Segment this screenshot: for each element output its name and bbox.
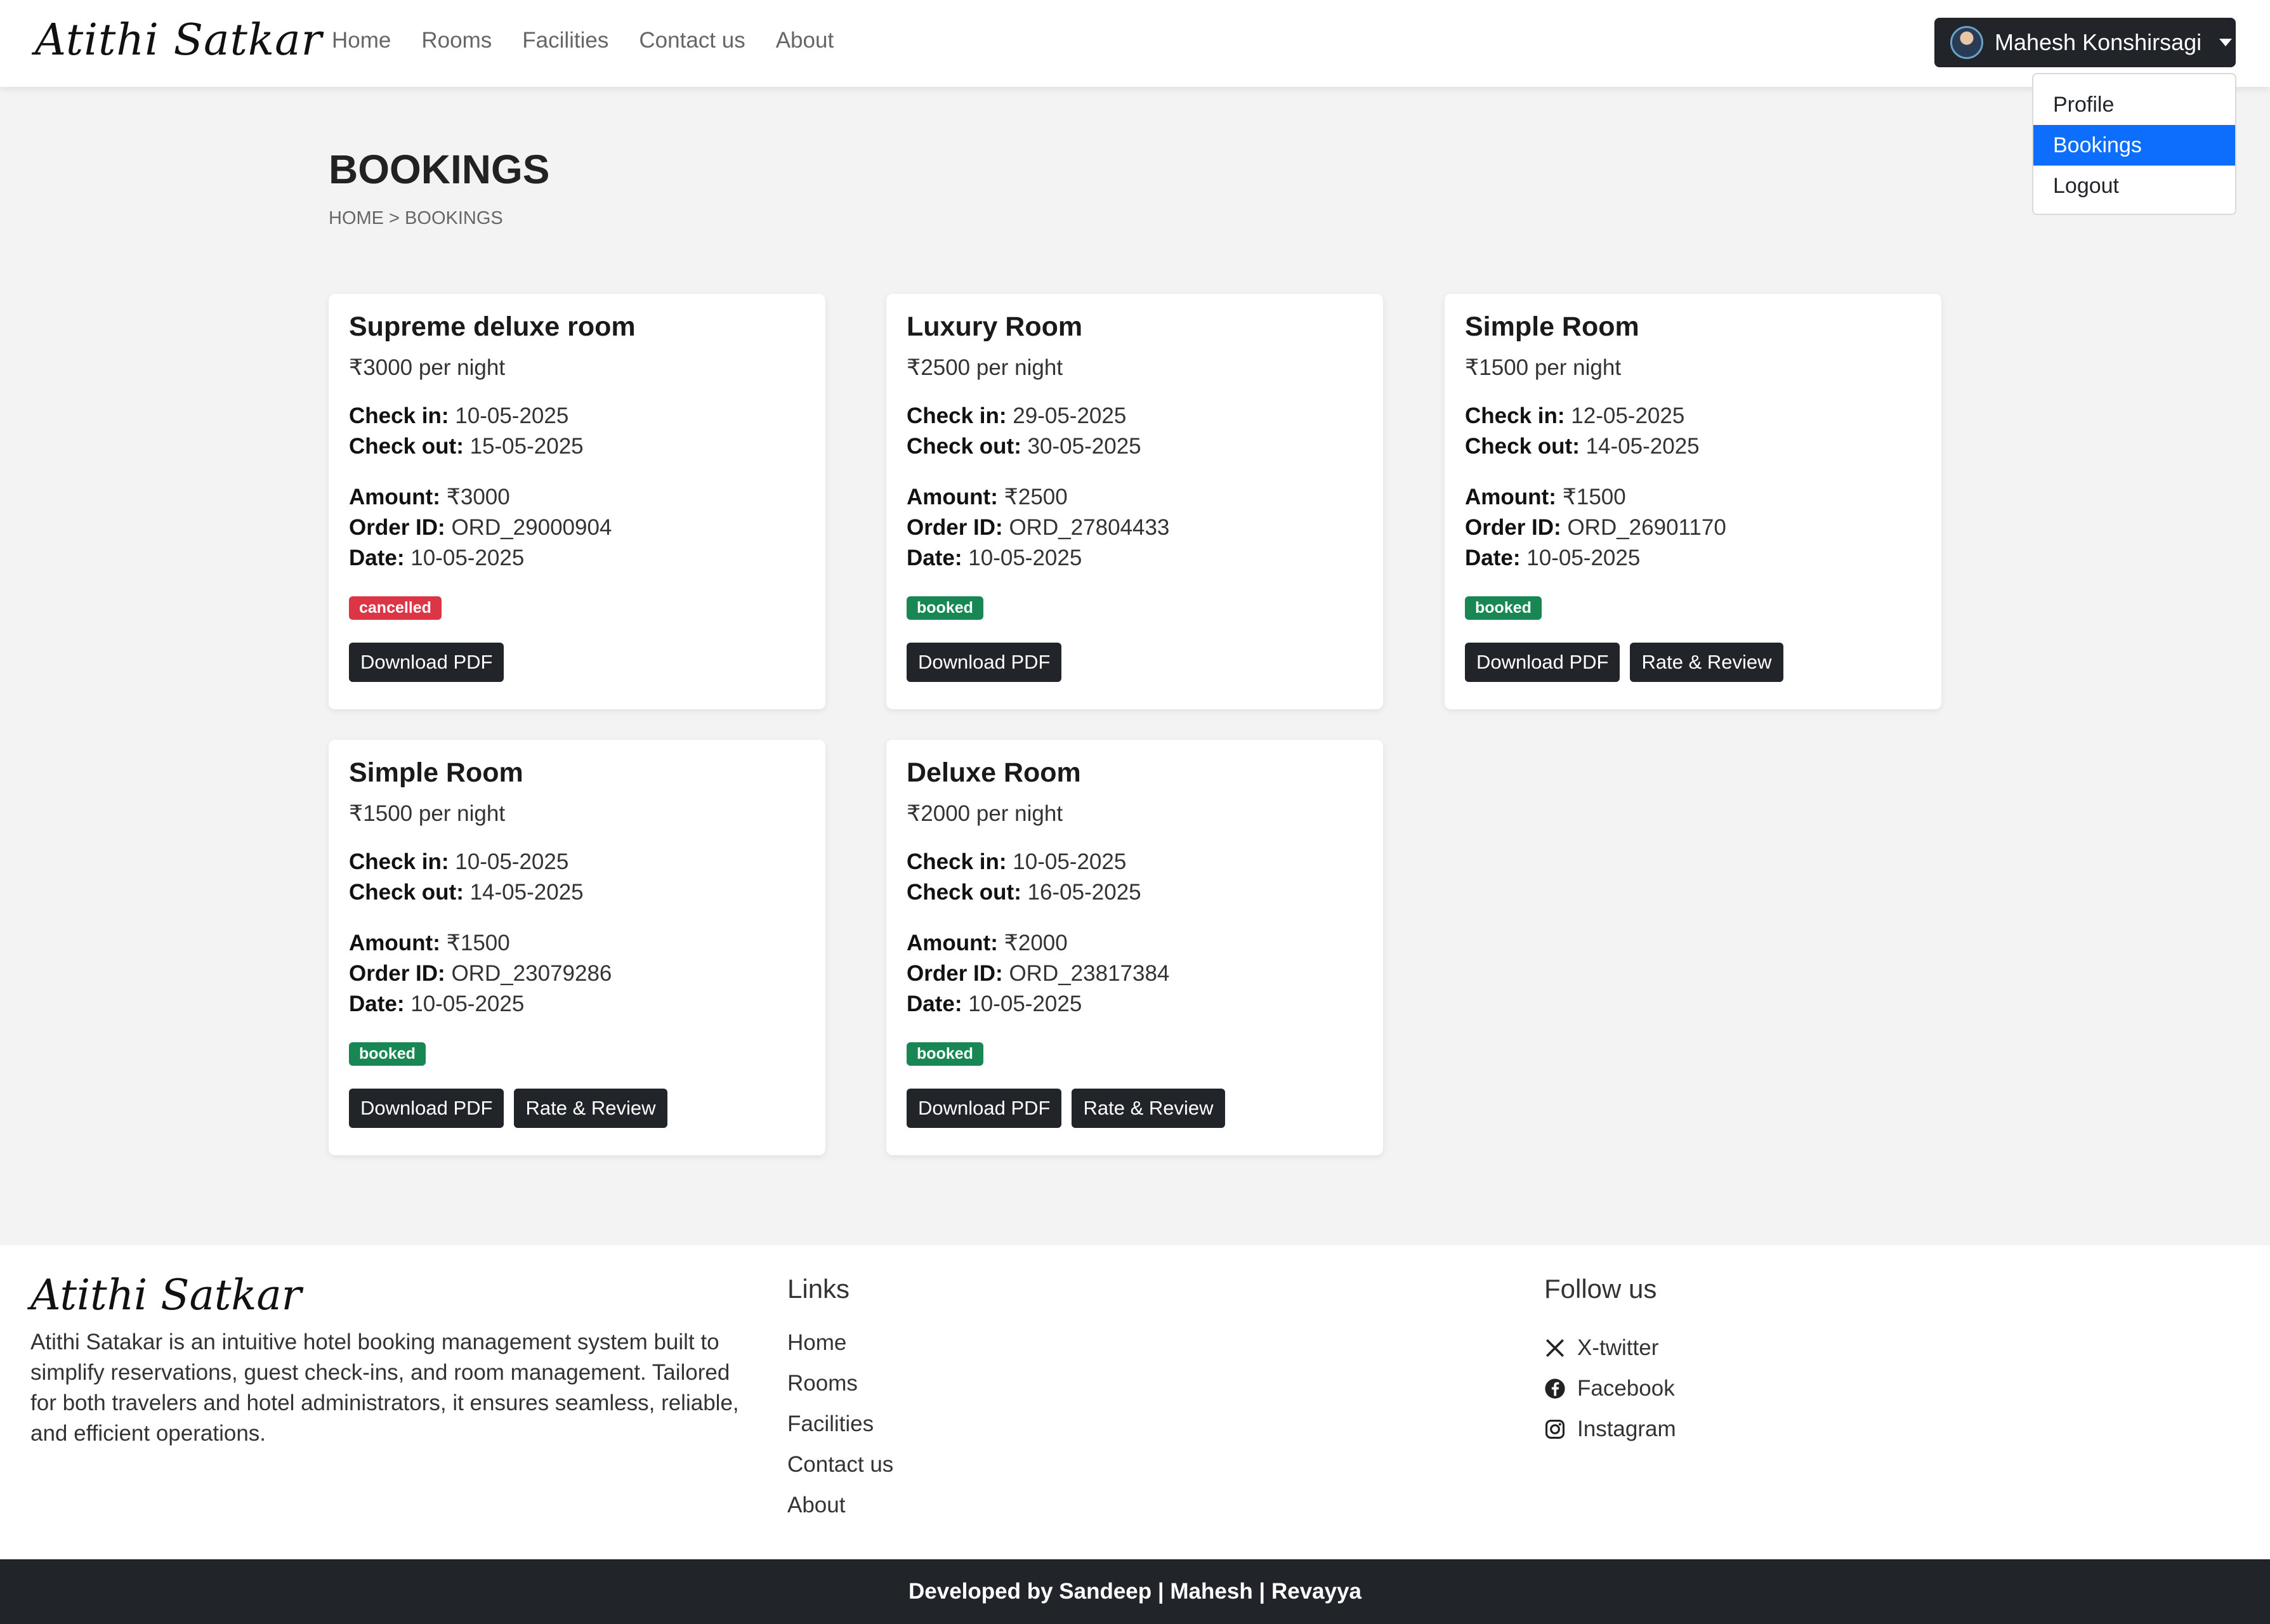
footer: Atithi Satkar Atithi Satakar is an intui…	[0, 1245, 2270, 1559]
x-twitter-icon	[1545, 1339, 1565, 1358]
check-out-row: Check out: 14-05-2025	[1465, 434, 1700, 459]
download-pdf-button[interactable]: Download PDF	[907, 643, 1062, 682]
footer-brand: Atithi Satkar	[30, 1271, 302, 1320]
nav-facilities[interactable]: Facilities	[522, 28, 608, 53]
footer-link-contact[interactable]: Contact us	[787, 1450, 893, 1490]
social-instagram[interactable]: Instagram	[1544, 1409, 1676, 1450]
order-id-row: Order ID: ORD_29000904	[349, 515, 612, 540]
room-price: ₹3000 per night	[349, 355, 506, 380]
social-links: X-twitter Facebook Instagram	[1544, 1328, 1676, 1450]
nav-rooms[interactable]: Rooms	[421, 28, 492, 53]
check-out-row: Check out: 14-05-2025	[349, 880, 584, 905]
amount-row: Amount: ₹2000	[907, 931, 1068, 955]
status-badge: cancelled	[349, 596, 442, 620]
navbar: Atithi Satkar Home Rooms Facilities Cont…	[0, 0, 2270, 87]
status-badge: booked	[907, 596, 983, 620]
room-price: ₹1500 per night	[1465, 355, 1622, 380]
rate-review-button[interactable]: Rate & Review	[1072, 1089, 1225, 1128]
room-name: Simple Room	[349, 757, 523, 788]
booking-card: Simple Room ₹1500 per night Check in: 10…	[329, 740, 825, 1155]
rate-review-button[interactable]: Rate & Review	[514, 1089, 667, 1128]
order-id-row: Order ID: ORD_23817384	[907, 961, 1170, 986]
instagram-icon	[1545, 1419, 1565, 1439]
check-in-row: Check in: 12-05-2025	[1465, 403, 1685, 428]
user-menu-button[interactable]: Mahesh Konshirsagi	[1934, 18, 2236, 67]
room-name: Deluxe Room	[907, 757, 1081, 788]
room-price: ₹2500 per night	[907, 355, 1063, 380]
social-facebook[interactable]: Facebook	[1544, 1368, 1676, 1409]
date-row: Date: 10-05-2025	[907, 992, 1082, 1016]
dropdown-profile[interactable]: Profile	[2033, 84, 2235, 125]
download-pdf-button[interactable]: Download PDF	[907, 1089, 1062, 1128]
links-title: Links	[787, 1274, 850, 1304]
download-pdf-button[interactable]: Download PDF	[349, 643, 504, 682]
order-id-row: Order ID: ORD_27804433	[907, 515, 1170, 540]
nav-contact[interactable]: Contact us	[639, 28, 745, 53]
social-x-twitter[interactable]: X-twitter	[1544, 1328, 1676, 1368]
order-id-row: Order ID: ORD_26901170	[1465, 515, 1726, 540]
booking-card: Simple Room ₹1500 per night Check in: 12…	[1445, 294, 1941, 709]
check-out-row: Check out: 30-05-2025	[907, 434, 1141, 459]
room-name: Luxury Room	[907, 311, 1083, 342]
avatar	[1950, 26, 1983, 59]
user-dropdown: Profile Bookings Logout	[2032, 73, 2236, 215]
date-row: Date: 10-05-2025	[1465, 546, 1641, 570]
rate-review-button[interactable]: Rate & Review	[1630, 643, 1783, 682]
status-badge: booked	[1465, 596, 1542, 620]
check-out-row: Check out: 16-05-2025	[907, 880, 1141, 905]
order-id-row: Order ID: ORD_23079286	[349, 961, 612, 986]
booking-card: Luxury Room ₹2500 per night Check in: 29…	[886, 294, 1383, 709]
footer-description: Atithi Satakar is an intuitive hotel boo…	[30, 1330, 739, 1446]
footer-link-rooms[interactable]: Rooms	[787, 1368, 893, 1409]
booking-card: Supreme deluxe room ₹3000 per night Chec…	[329, 294, 825, 709]
footer-link-about[interactable]: About	[787, 1490, 893, 1531]
facebook-icon	[1545, 1378, 1565, 1399]
nav-links: Home Rooms Facilities Contact us About	[332, 28, 834, 53]
dropdown-logout[interactable]: Logout	[2033, 166, 2235, 206]
check-out-row: Check out: 15-05-2025	[349, 434, 584, 459]
booking-card: Deluxe Room ₹2000 per night Check in: 10…	[886, 740, 1383, 1155]
date-row: Date: 10-05-2025	[907, 546, 1082, 570]
amount-row: Amount: ₹1500	[1465, 485, 1626, 509]
footer-link-home[interactable]: Home	[787, 1328, 893, 1368]
breadcrumb: HOME > BOOKINGS	[329, 208, 503, 228]
credits-bar: Developed by Sandeep | Mahesh | Revayya	[0, 1559, 2270, 1624]
room-price: ₹2000 per night	[907, 801, 1063, 826]
download-pdf-button[interactable]: Download PDF	[349, 1089, 504, 1128]
nav-home[interactable]: Home	[332, 28, 391, 53]
room-name: Simple Room	[1465, 311, 1639, 342]
amount-row: Amount: ₹3000	[349, 485, 510, 509]
status-badge: booked	[907, 1042, 983, 1066]
date-row: Date: 10-05-2025	[349, 992, 525, 1016]
footer-link-facilities[interactable]: Facilities	[787, 1409, 893, 1450]
check-in-row: Check in: 10-05-2025	[907, 849, 1127, 874]
credits-text: Developed by Sandeep | Mahesh | Revayya	[908, 1579, 1362, 1604]
brand-logo[interactable]: Atithi Satkar	[35, 15, 322, 65]
page-title: BOOKINGS	[329, 147, 550, 192]
nav-about[interactable]: About	[776, 28, 834, 53]
check-in-row: Check in: 10-05-2025	[349, 849, 569, 874]
user-name: Mahesh Konshirsagi	[1995, 29, 2202, 55]
follow-title: Follow us	[1544, 1274, 1657, 1304]
status-badge: booked	[349, 1042, 426, 1066]
check-in-row: Check in: 10-05-2025	[349, 403, 569, 428]
date-row: Date: 10-05-2025	[349, 546, 525, 570]
amount-row: Amount: ₹1500	[349, 931, 510, 955]
download-pdf-button[interactable]: Download PDF	[1465, 643, 1620, 682]
dropdown-bookings[interactable]: Bookings	[2033, 125, 2235, 166]
footer-links: Home Rooms Facilities Contact us About	[787, 1328, 893, 1531]
room-name: Supreme deluxe room	[349, 311, 636, 342]
caret-down-icon	[2219, 39, 2233, 46]
amount-row: Amount: ₹2500	[907, 485, 1068, 509]
room-price: ₹1500 per night	[349, 801, 506, 826]
check-in-row: Check in: 29-05-2025	[907, 403, 1127, 428]
